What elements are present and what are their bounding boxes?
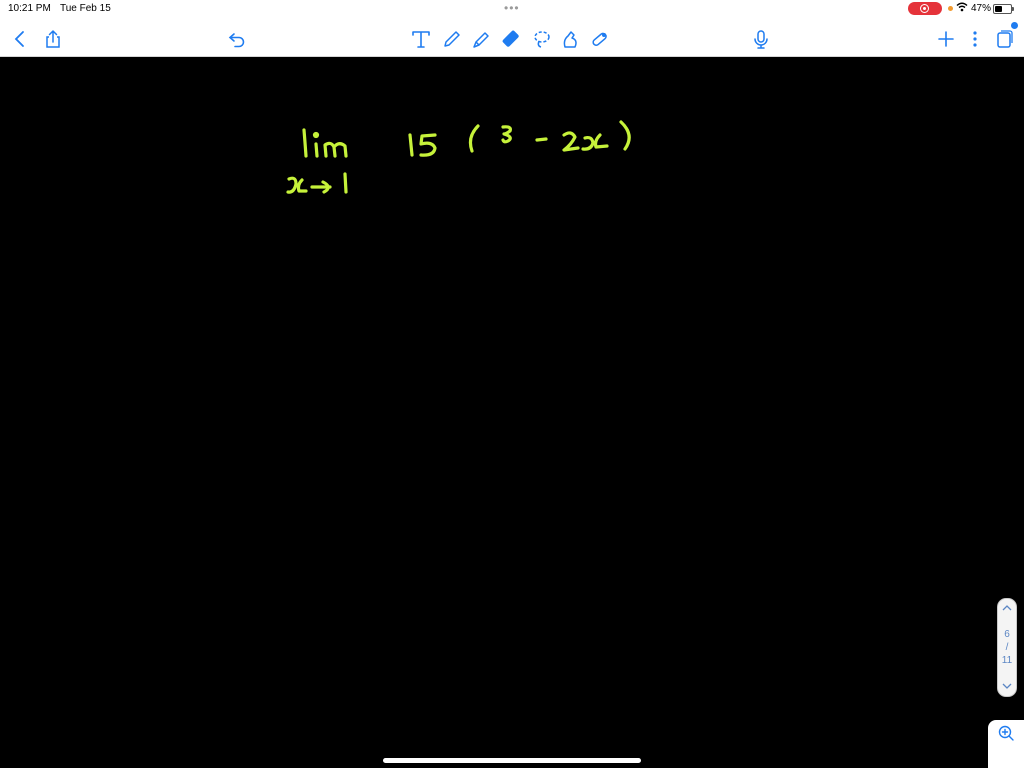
ink-strokes [286, 120, 631, 194]
ink-m [323, 141, 348, 158]
add-page-icon[interactable] [935, 28, 957, 50]
top-chrome: 10:21 PM Tue Feb 15 ••• 47% [0, 0, 1024, 57]
page-scroller[interactable]: 6 / 11 [997, 598, 1017, 697]
back-icon[interactable] [9, 28, 31, 50]
multitask-dots[interactable]: ••• [504, 1, 520, 15]
screen-recording-indicator[interactable] [908, 2, 942, 15]
text-tool-icon[interactable] [410, 28, 432, 50]
undo-icon[interactable] [226, 28, 248, 50]
mic-in-use-dot [948, 6, 953, 11]
ink-sub-1 [343, 172, 348, 194]
microphone-icon[interactable] [750, 28, 772, 50]
chevron-up-icon[interactable] [998, 602, 1016, 614]
ink-sub-arrow [310, 180, 332, 194]
status-time: 10:21 PM [8, 3, 51, 14]
pen-tool-icon[interactable] [441, 28, 463, 50]
current-page: 6 [1004, 629, 1010, 640]
ink-2 [562, 131, 580, 152]
zoom-in-icon [998, 725, 1014, 741]
ink-l [302, 128, 308, 158]
more-options-icon[interactable] [964, 28, 986, 50]
shape-tool-icon[interactable] [560, 28, 582, 50]
laser-pointer-icon[interactable] [589, 28, 611, 50]
notification-dot [1011, 22, 1018, 29]
page-separator: / [1005, 642, 1009, 653]
eraser-tool-icon[interactable] [500, 28, 522, 50]
ink-sub-x [286, 176, 308, 194]
zoom-button[interactable] [988, 720, 1024, 768]
total-pages: 11 [1001, 655, 1013, 666]
ink-x [581, 133, 609, 151]
ink-i-dot [312, 131, 320, 139]
share-icon[interactable] [42, 28, 64, 50]
chevron-down-icon[interactable] [998, 680, 1016, 692]
ink-minus [535, 137, 548, 142]
handwritten-limit-expression [286, 120, 631, 194]
highlighter-tool-icon[interactable] [470, 28, 492, 50]
record-icon [920, 4, 929, 13]
battery-percent: 47% [971, 3, 992, 14]
note-canvas[interactable] [0, 57, 1024, 768]
ink-1 [408, 133, 414, 157]
lasso-tool-icon[interactable] [531, 28, 553, 50]
ink-i [314, 142, 319, 158]
ink-close-paren [619, 120, 631, 151]
battery-icon [993, 4, 1014, 14]
ink-5 [419, 133, 437, 157]
status-date: Tue Feb 15 [60, 3, 111, 14]
page-thumbnails-icon[interactable] [993, 28, 1015, 50]
wifi-icon [956, 2, 968, 16]
ink-open-paren [468, 124, 480, 153]
ink-3 [501, 125, 512, 144]
home-indicator[interactable] [383, 758, 641, 763]
